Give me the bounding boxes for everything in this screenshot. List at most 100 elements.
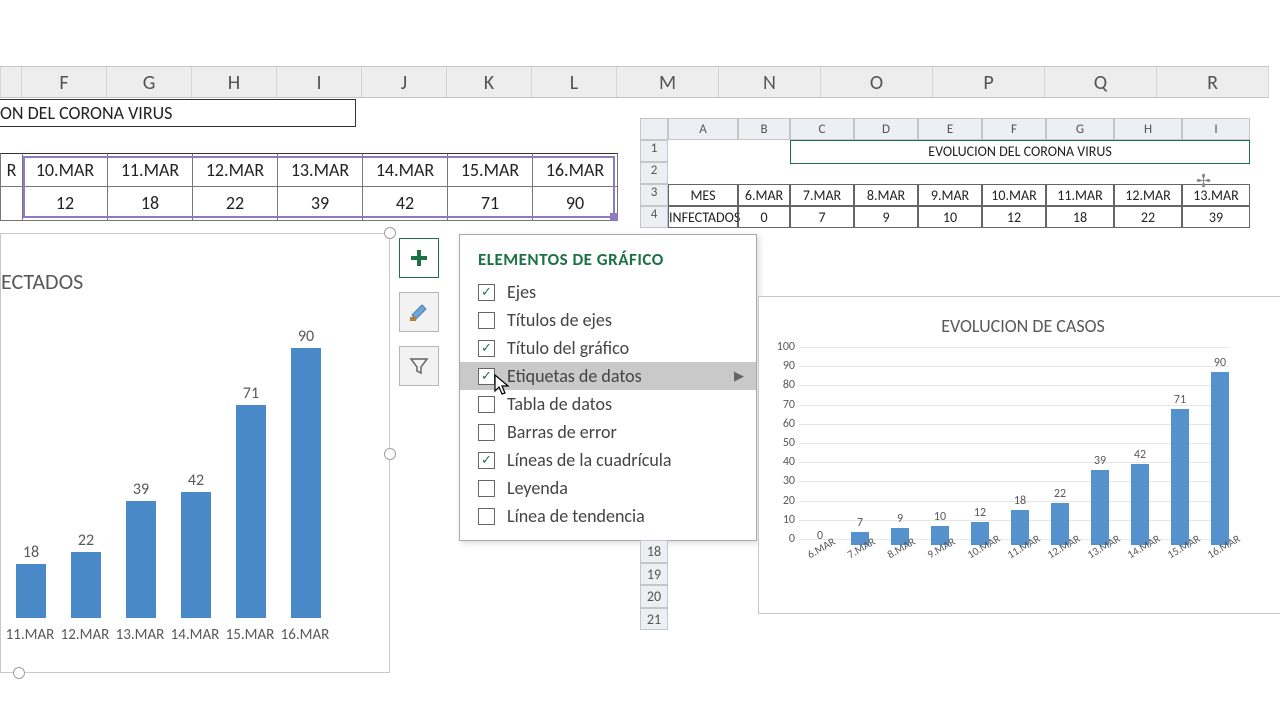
chart-bar[interactable] — [71, 552, 101, 618]
plot-area[interactable]: 010203040506070809010006.MAR77.MAR98.MAR… — [769, 347, 1229, 603]
column-header[interactable]: F — [22, 67, 107, 97]
table-cell[interactable]: 71 — [448, 187, 533, 221]
chart-bar[interactable] — [291, 348, 321, 618]
chart-title[interactable]: EVOLUCION DE CASOS — [759, 297, 1280, 337]
chart-element-option[interactable]: Barras de error — [460, 418, 756, 446]
column-header[interactable]: N — [719, 67, 821, 97]
table-cell[interactable]: 39 — [1182, 206, 1250, 228]
column-header[interactable]: E — [918, 118, 982, 140]
table-cell[interactable]: 10.MAR — [23, 153, 108, 187]
table-cell[interactable]: 15.MAR — [448, 153, 533, 187]
table-cell[interactable]: 9.MAR — [918, 184, 982, 206]
chart-element-option[interactable]: Tabla de datos — [460, 390, 756, 418]
sheet-title-cell[interactable]: ON DEL CORONA VIRUS — [0, 99, 356, 127]
checkbox[interactable] — [478, 424, 495, 441]
row-header[interactable]: 19 — [640, 563, 668, 586]
column-header[interactable]: Q — [1045, 67, 1157, 97]
table-cell[interactable]: 42 — [363, 187, 448, 221]
column-header[interactable]: R — [1157, 67, 1269, 97]
table-cell[interactable]: 14.MAR — [363, 153, 448, 187]
chart-elements-button[interactable] — [399, 238, 439, 278]
table-cell[interactable]: 22 — [1114, 206, 1182, 228]
table-cell[interactable]: 18 — [108, 187, 193, 221]
table-cell[interactable]: 9 — [854, 206, 918, 228]
table-cell[interactable]: 39 — [278, 187, 363, 221]
chart-bar[interactable] — [1131, 464, 1149, 545]
row-header[interactable]: 18 — [640, 540, 668, 563]
column-header[interactable] — [0, 67, 22, 97]
column-header[interactable]: G — [1046, 118, 1114, 140]
chart-title[interactable]: ECTADOS — [1, 234, 389, 295]
table-cell[interactable]: 12 — [23, 187, 108, 221]
column-header[interactable]: I — [277, 67, 362, 97]
column-header[interactable]: K — [447, 67, 532, 97]
chart-bar[interactable] — [1211, 372, 1229, 545]
table-cell[interactable]: 10 — [918, 206, 982, 228]
chart-bar[interactable] — [126, 501, 156, 618]
table-cell[interactable]: R — [0, 153, 23, 187]
table-cell[interactable]: 12.MAR — [1114, 184, 1182, 206]
table-cell[interactable]: 11.MAR — [1046, 184, 1114, 206]
column-header[interactable]: P — [933, 67, 1045, 97]
chart-bar[interactable] — [1171, 409, 1189, 545]
chart-bar[interactable] — [181, 492, 211, 618]
select-all-corner[interactable] — [640, 118, 668, 140]
table-cell[interactable]: 12 — [982, 206, 1046, 228]
column-header[interactable]: O — [821, 67, 933, 97]
table-cell[interactable]: 90 — [533, 187, 618, 221]
table-cell[interactable]: 0 — [738, 206, 790, 228]
chart-element-option[interactable]: ✓Líneas de la cuadrícula — [460, 446, 756, 474]
checkbox[interactable] — [478, 508, 495, 525]
table-cell[interactable]: 13.MAR — [278, 153, 363, 187]
column-header[interactable]: H — [192, 67, 277, 97]
row-numbers[interactable]: 18192021 — [640, 540, 668, 630]
chart-element-option[interactable]: ✓Etiquetas de datos▶ — [460, 362, 756, 390]
table-cell[interactable]: INFECTADOS — [668, 206, 738, 228]
table-cell[interactable]: 6.MAR — [738, 184, 790, 206]
table-cell[interactable]: 8.MAR — [854, 184, 918, 206]
checkbox[interactable]: ✓ — [478, 368, 495, 385]
table-cell[interactable] — [0, 187, 23, 221]
table-row[interactable]: R 10.MAR 11.MAR 12.MAR 13.MAR 14.MAR 15.… — [0, 153, 618, 187]
row-header[interactable]: 2 — [640, 162, 668, 184]
embedded-chart-right[interactable]: EVOLUCION DE CASOS 010203040506070809010… — [758, 296, 1280, 614]
row-header[interactable]: 4 — [640, 206, 668, 228]
chart-element-option[interactable]: Leyenda — [460, 474, 756, 502]
chart-filter-button[interactable] — [399, 346, 439, 386]
checkbox[interactable] — [478, 312, 495, 329]
checkbox[interactable]: ✓ — [478, 340, 495, 357]
column-header[interactable]: B — [738, 118, 790, 140]
row-header[interactable]: 1 — [640, 140, 668, 162]
column-header[interactable]: J — [362, 67, 447, 97]
column-header[interactable]: H — [1114, 118, 1182, 140]
row-header[interactable]: 21 — [640, 608, 668, 631]
column-header[interactable]: A — [668, 118, 738, 140]
column-header[interactable]: F — [982, 118, 1046, 140]
table-cell[interactable]: 11.MAR — [108, 153, 193, 187]
table-cell[interactable]: 10.MAR — [982, 184, 1046, 206]
table-cell[interactable]: 7 — [790, 206, 854, 228]
embedded-chart-left[interactable]: ECTADOS 1811.MAR2212.MAR3913.MAR4214.MAR… — [0, 233, 390, 673]
column-header[interactable]: G — [107, 67, 192, 97]
column-header[interactable]: C — [790, 118, 854, 140]
table-cell[interactable]: 13.MAR — [1182, 184, 1250, 206]
mini-title-cell[interactable]: EVOLUCION DEL CORONA VIRUS — [790, 140, 1250, 164]
checkbox[interactable] — [478, 396, 495, 413]
table-cell[interactable]: MES — [668, 184, 738, 206]
table-cell[interactable]: 12.MAR — [193, 153, 278, 187]
table-cell[interactable]: 7.MAR — [790, 184, 854, 206]
checkbox[interactable]: ✓ — [478, 452, 495, 469]
table-cell[interactable]: 22 — [193, 187, 278, 221]
column-header[interactable]: M — [617, 67, 719, 97]
table-row[interactable]: 12 18 22 39 42 71 90 — [0, 187, 618, 221]
resize-handle[interactable] — [384, 227, 396, 239]
chart-element-option[interactable]: ✓Ejes — [460, 278, 756, 306]
row-header[interactable]: 20 — [640, 585, 668, 608]
chart-element-option[interactable]: Títulos de ejes — [460, 306, 756, 334]
chart-element-option[interactable]: Línea de tendencia — [460, 502, 756, 530]
checkbox[interactable] — [478, 480, 495, 497]
resize-handle[interactable] — [13, 667, 25, 679]
chart-bar[interactable] — [236, 405, 266, 618]
checkbox[interactable]: ✓ — [478, 284, 495, 301]
column-header[interactable]: I — [1182, 118, 1250, 140]
